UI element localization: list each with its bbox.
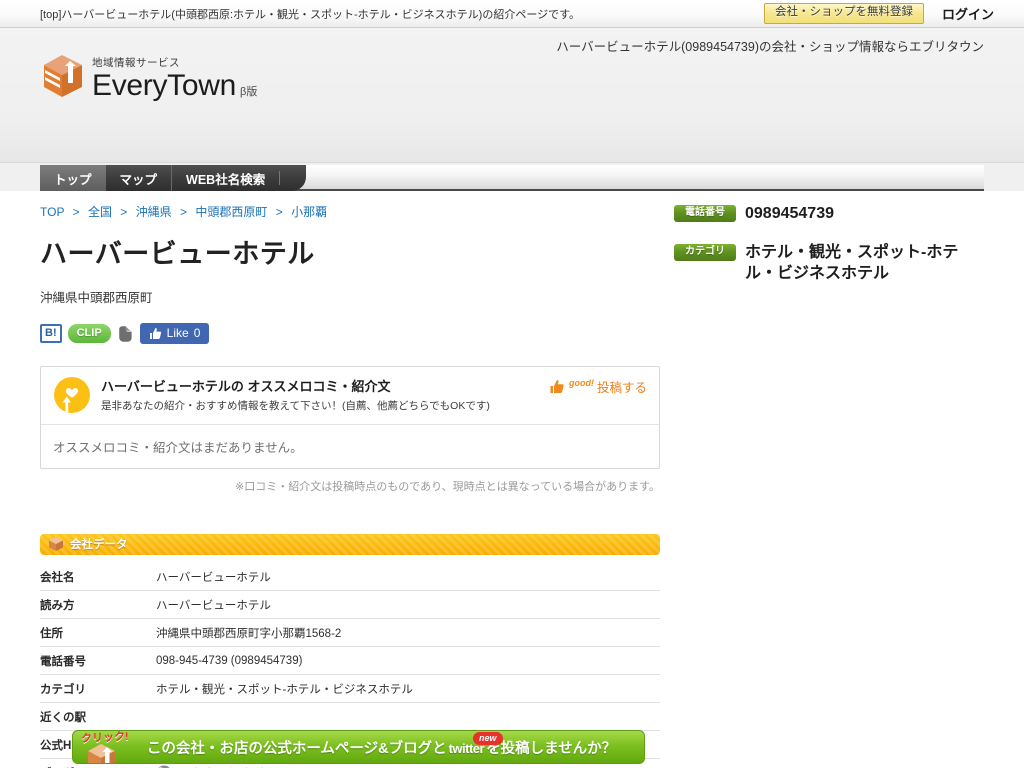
banner-text: この会社・お店の公式ホームページ&ブログと twitter を投稿しませんか？ bbox=[101, 737, 616, 758]
evernote-icon[interactable] bbox=[117, 325, 134, 343]
review-disclaimer: ※口コミ・紹介文は投稿時点のものであり、現時点とは異なっている場合があります。 bbox=[234, 480, 660, 493]
phone-badge: 電話番号 bbox=[674, 205, 736, 222]
top-page-note: [top]ハーバービューホテル(中頭郡西原:ホテル・観光・スポット-ホテル・ビジ… bbox=[40, 8, 581, 21]
facebook-like-count: 0 bbox=[193, 326, 201, 341]
breadcrumb-item-top[interactable]: TOP bbox=[40, 205, 64, 219]
logo-name: EveryTown bbox=[92, 69, 237, 102]
table-row: 電話番号 098-945-4739 (0989454739) bbox=[40, 646, 660, 675]
row-value-reading: ハーバービューホテル bbox=[156, 590, 660, 619]
tab-top[interactable]: トップ bbox=[40, 165, 106, 191]
row-value-nearest-station bbox=[156, 702, 660, 731]
row-label-company-name: 会社名 bbox=[40, 562, 156, 591]
page-root: [top]ハーバービューホテル(中頭郡西原:ホテル・観光・スポット-ホテル・ビジ… bbox=[0, 0, 1024, 768]
top-actions: 会社・ショップを無料登録 ログイン bbox=[763, 3, 994, 24]
nav-tab-group: トップ マップ WEB社名検索 bbox=[40, 165, 307, 191]
thumbs-up-icon bbox=[149, 327, 161, 339]
company-data-section-header: 会社データ bbox=[40, 533, 660, 555]
breadcrumb-item-nationwide[interactable]: 全国 bbox=[88, 205, 112, 219]
category-badge: カテゴリ bbox=[674, 243, 736, 261]
social-share-row: B! CLIP Like 0 bbox=[40, 323, 984, 345]
row-value-phone: 098-945-4739 (0989454739) bbox=[156, 646, 660, 675]
table-row: 読み方 ハーバービューホテル bbox=[40, 590, 660, 619]
banner-text-before: この会社・お店の公式ホームページ&ブログと bbox=[146, 740, 447, 757]
row-label-reading: 読み方 bbox=[40, 590, 156, 619]
site-logo[interactable]: 地域情報サービス EveryTown β版 bbox=[42, 53, 257, 101]
sidebar-category-row: カテゴリ ホテル・観光・スポット-ホテル・ビジネスホテル bbox=[674, 242, 984, 285]
logo-beta-tag: β版 bbox=[240, 86, 258, 98]
breadcrumb-separator: > bbox=[275, 205, 283, 219]
table-row: 住所 沖縄県中頭郡西原町字小那覇1568-2 bbox=[40, 618, 660, 647]
register-free-button[interactable]: 会社・ショップを無料登録 bbox=[763, 3, 924, 24]
logo-subtitle: 地域情報サービス bbox=[92, 57, 180, 69]
breadcrumb-separator: > bbox=[72, 205, 80, 219]
breadcrumb-item-city[interactable]: 中頭郡西原町 bbox=[195, 205, 267, 219]
row-value-company-name: ハーバービューホテル bbox=[156, 562, 660, 591]
table-row: カテゴリ ホテル・観光・スポット-ホテル・ビジネスホテル bbox=[40, 674, 660, 703]
post-review-link[interactable]: 投稿する bbox=[597, 377, 647, 396]
review-subtitle: 是非あなたの紹介・おすすめ情報を教えて下さい！(自薦、他薦どちらでもOKです) bbox=[101, 399, 490, 412]
sidebar-phone-row: 電話番号 0989454739 bbox=[674, 203, 984, 225]
nav-tab-divider bbox=[279, 171, 281, 185]
login-link[interactable]: ログイン bbox=[942, 4, 994, 23]
header-tagline: ハーバービューホテル(0989454739)の会社・ショップ情報ならエブリタウン bbox=[556, 40, 984, 54]
clip-button[interactable]: CLIP bbox=[67, 324, 111, 344]
top-utility-bar: [top]ハーバービューホテル(中頭郡西原:ホテル・観光・スポット-ホテル・ビジ… bbox=[0, 0, 1024, 28]
logo-wordmark: 地域情報サービス EveryTown β版 bbox=[92, 55, 257, 101]
review-post-action[interactable]: good! 投稿する bbox=[550, 377, 647, 396]
hatena-bookmark-button[interactable]: B! bbox=[40, 324, 62, 344]
category-value: ホテル・観光・スポット-ホテル・ビジネスホテル bbox=[745, 243, 959, 283]
thumbs-up-good-icon bbox=[550, 379, 566, 394]
info-sidebar: 電話番号 0989454739 カテゴリ ホテル・観光・スポット-ホテル・ビジネ… bbox=[674, 203, 984, 302]
table-row: 会社名 ハーバービューホテル bbox=[40, 562, 660, 591]
main-navigation: トップ マップ WEB社名検索 bbox=[0, 165, 1024, 191]
row-value-address: 沖縄県中頭郡西原町字小那覇1568-2 bbox=[156, 618, 660, 647]
breadcrumb-item-prefecture[interactable]: 沖縄県 bbox=[136, 205, 172, 219]
facebook-like-button[interactable]: Like 0 bbox=[139, 323, 210, 345]
facebook-like-label: Like bbox=[166, 326, 189, 341]
review-box: ハーバービューホテルの オススメロコミ・紹介文 是非あなたの紹介・おすすめ情報を… bbox=[40, 365, 660, 469]
row-label-phone: 電話番号 bbox=[40, 646, 156, 675]
good-label: good! bbox=[568, 378, 594, 389]
table-row: 近くの駅 bbox=[40, 702, 660, 731]
content-inner: TOP > 全国 > 沖縄県 > 中頭郡西原町 > 小那覇 ハーバービューホテル… bbox=[0, 191, 1024, 768]
company-data-title: 会社データ bbox=[70, 539, 128, 552]
heart-arrow-icon bbox=[53, 376, 91, 414]
row-label-nearest-station: 近くの駅 bbox=[40, 702, 156, 731]
review-header: ハーバービューホテルの オススメロコミ・紹介文 是非あなたの紹介・おすすめ情報を… bbox=[41, 367, 659, 424]
breadcrumb-separator: > bbox=[120, 205, 128, 219]
promo-banner[interactable]: クリック! この会社・お店の公式ホームページ&ブログと twitter を投稿し… bbox=[72, 730, 645, 764]
box-icon bbox=[48, 536, 64, 552]
tab-web-company-search[interactable]: WEB社名検索 bbox=[172, 165, 279, 191]
phone-value: 0989454739 bbox=[745, 205, 834, 222]
new-badge: new bbox=[473, 732, 503, 745]
breadcrumb-item-district[interactable]: 小那覇 bbox=[291, 205, 327, 219]
banner-text-after: を投稿しませんか？ bbox=[486, 740, 617, 757]
row-label-category: カテゴリ bbox=[40, 674, 156, 703]
main-content: TOP > 全国 > 沖縄県 > 中頭郡西原町 > 小那覇 ハーバービューホテル… bbox=[0, 191, 1024, 768]
row-label-address: 住所 bbox=[40, 618, 156, 647]
breadcrumb-separator: > bbox=[180, 205, 188, 219]
tab-map[interactable]: マップ bbox=[106, 165, 173, 191]
banner-box-icon bbox=[87, 743, 117, 763]
site-header: ハーバービューホテル(0989454739)の会社・ショップ情報ならエブリタウン… bbox=[0, 28, 1024, 163]
everytown-box-logo-icon bbox=[42, 53, 84, 99]
row-value-category: ホテル・観光・スポット-ホテル・ビジネスホテル bbox=[156, 674, 660, 703]
review-empty-message: オススメロコミ・紹介文はまだありません。 bbox=[41, 423, 659, 468]
